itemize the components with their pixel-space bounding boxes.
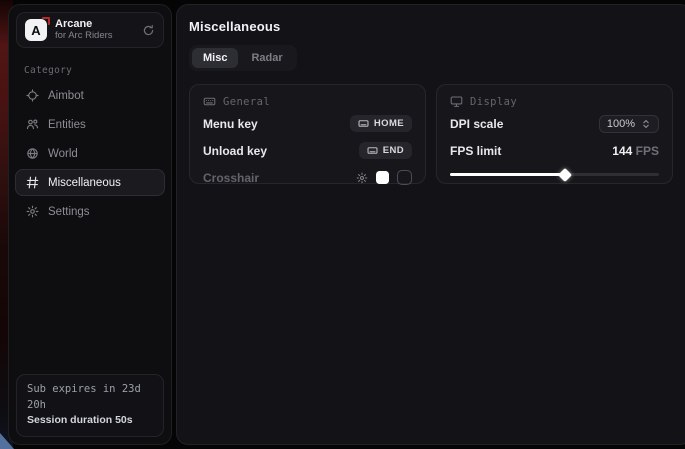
unload-key-row: Unload key END (203, 139, 412, 162)
panel-title: General (223, 96, 270, 108)
fps-limit-row: FPS limit 144 FPS (450, 139, 659, 162)
sidebar-item-world[interactable]: World (15, 140, 165, 167)
keyboard-icon (358, 118, 369, 129)
session-duration-text: Session duration 50s (27, 413, 153, 429)
dpi-scale-label: DPI scale (450, 117, 503, 131)
keyboard-icon (367, 145, 378, 156)
menu-key-bind-button[interactable]: HOME (350, 115, 412, 132)
chevrons-up-down-icon (641, 119, 651, 129)
display-panel: Display DPI scale 100% FPS limit 144 (436, 84, 673, 184)
app-logo: A (25, 19, 47, 41)
gear-icon (25, 205, 39, 218)
dpi-scale-row: DPI scale 100% (450, 112, 659, 135)
keyboard-icon (203, 95, 216, 108)
sidebar-item-entities[interactable]: Entities (15, 111, 165, 138)
sidebar: A Arcane for Arc Riders Category Aimbot (8, 4, 172, 445)
sidebar-item-label: Entities (48, 119, 86, 131)
general-panel: General Menu key HOME Unload key (189, 84, 426, 184)
sidebar-item-aimbot[interactable]: Aimbot (15, 82, 165, 109)
sidebar-item-label: Settings (48, 206, 90, 218)
tab-radar[interactable]: Radar (240, 48, 293, 68)
dpi-scale-select[interactable]: 100% (599, 115, 659, 133)
fps-slider-thumb[interactable] (558, 167, 572, 181)
fps-limit-slider[interactable] (450, 167, 659, 181)
subscription-info: Sub expires in 23d 20h Session duration … (16, 374, 164, 437)
globe-icon (25, 147, 39, 160)
sidebar-nav: Aimbot Entities World (9, 82, 171, 225)
monitor-icon (450, 95, 463, 108)
fps-limit-value: 144 FPS (612, 144, 659, 158)
sub-expiry-text: Sub expires in 23d 20h (27, 382, 153, 414)
fps-limit-label: FPS limit (450, 144, 501, 158)
app-subtitle: for Arc Riders (55, 31, 134, 42)
page-title: Miscellaneous (189, 19, 685, 34)
category-label: Category (24, 65, 171, 76)
refresh-icon[interactable] (142, 24, 155, 37)
unload-key-bind-button[interactable]: END (359, 142, 412, 159)
fps-slider-fill (450, 173, 565, 176)
tab-misc[interactable]: Misc (192, 48, 238, 68)
main-content: Miscellaneous Misc Radar General Menu ke… (176, 4, 685, 445)
sidebar-item-label: Aimbot (48, 90, 84, 102)
menu-key-label: Menu key (203, 117, 258, 131)
sidebar-item-miscellaneous[interactable]: Miscellaneous (15, 169, 165, 196)
crosshair-icon (25, 89, 39, 102)
app-name: Arcane (55, 18, 134, 31)
sidebar-item-label: Miscellaneous (48, 177, 121, 189)
unload-key-label: Unload key (203, 144, 267, 158)
crosshair-settings-gear-icon[interactable] (356, 172, 368, 184)
panel-title: Display (470, 96, 517, 108)
grid-icon (25, 176, 39, 189)
crosshair-color-swatch[interactable] (376, 171, 389, 184)
app-header: A Arcane for Arc Riders (16, 12, 164, 48)
sidebar-item-settings[interactable]: Settings (15, 198, 165, 225)
crosshair-checkbox[interactable] (397, 170, 412, 185)
menu-key-row: Menu key HOME (203, 112, 412, 135)
entities-icon (25, 118, 39, 131)
sidebar-item-label: World (48, 148, 78, 160)
tab-bar: Misc Radar (189, 45, 297, 71)
crosshair-row: Crosshair (203, 166, 412, 189)
crosshair-label: Crosshair (203, 171, 259, 185)
